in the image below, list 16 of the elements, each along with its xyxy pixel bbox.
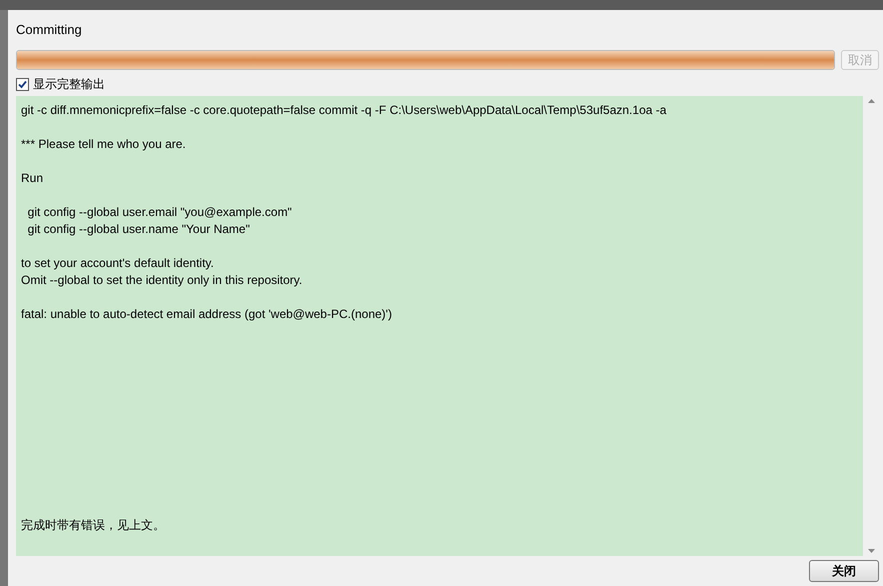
result-message: 完成时带有错误，见上文。 xyxy=(21,517,166,534)
output-line: fatal: unable to auto-detect email address (got 'web@web-PC.(none)') xyxy=(21,306,393,323)
close-button[interactable]: 关闭 xyxy=(809,560,879,582)
output-line: to set your account's default identity. xyxy=(21,255,215,272)
checkbox[interactable] xyxy=(16,78,29,90)
output-line: *** Please tell me who you are. xyxy=(21,136,187,153)
output-line: git -c diff.mnemonicprefix=false -c core.quotepath=false commit -q -F C:\Users\web\AppData\Local\Temp\53uf5azn.1oa -a xyxy=(21,102,668,119)
output-line: git config --global user.email "you@example.com" xyxy=(26,204,293,221)
dialog-title: Committing xyxy=(16,21,83,38)
output-line: git config --global user.name "Your Name" xyxy=(26,221,251,238)
scroll-down-icon[interactable] xyxy=(868,549,874,553)
scroll-up-icon[interactable] xyxy=(868,99,874,103)
output-line: Omit --global to set the identity only in this repository. xyxy=(21,272,304,289)
output-line: Run xyxy=(21,170,44,187)
checkbox-label: 显示完整输出 xyxy=(33,76,105,93)
check-icon xyxy=(18,80,27,88)
